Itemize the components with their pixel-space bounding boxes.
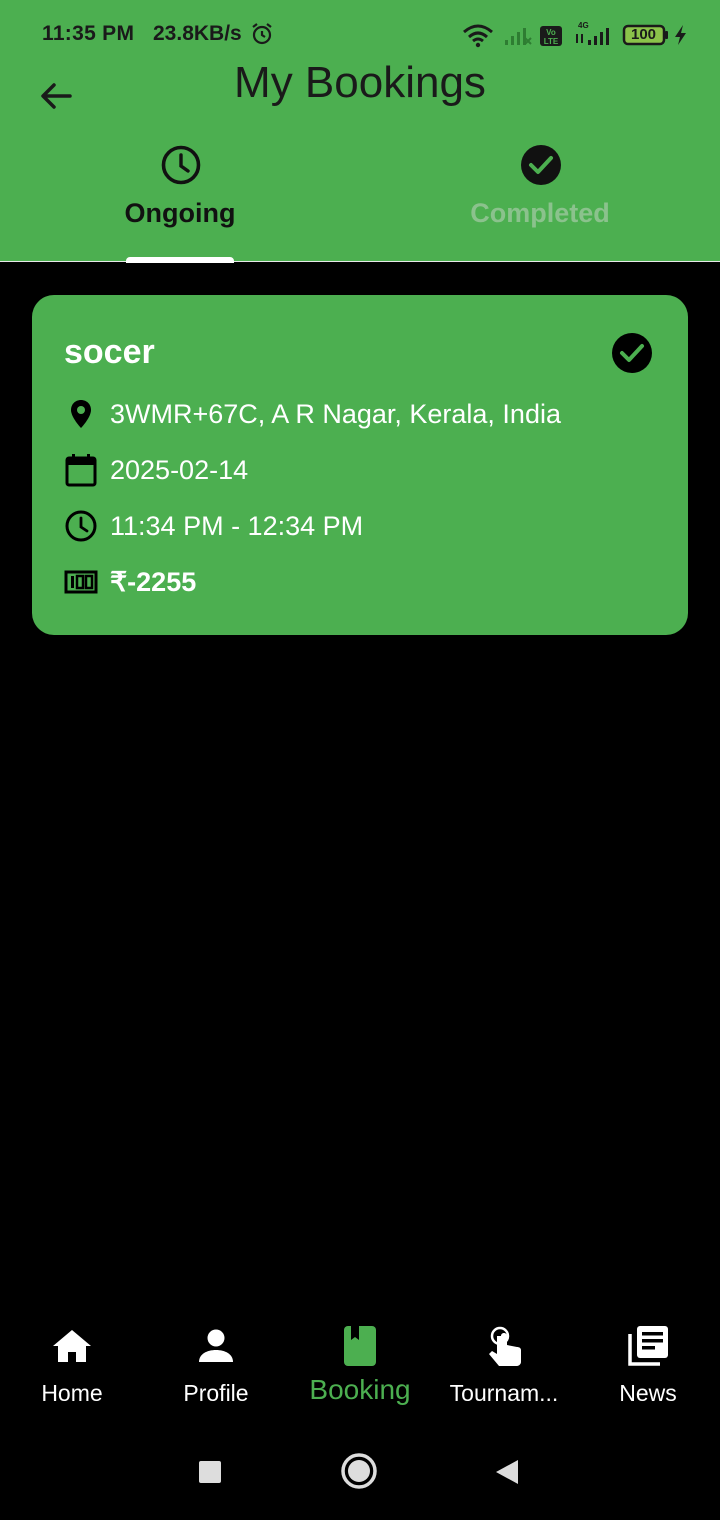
touch-icon (489, 1326, 521, 1366)
nav-home-label: Home (41, 1380, 103, 1406)
tab-ongoing-label: Ongoing (124, 198, 236, 228)
home-circle-icon[interactable] (340, 1452, 378, 1490)
nav-profile-label: Profile (183, 1380, 249, 1406)
wifi-icon (463, 24, 493, 48)
recent-apps-icon[interactable] (198, 1460, 222, 1484)
calendar-icon (65, 454, 97, 487)
svg-text:LTE: LTE (544, 37, 559, 46)
back-triangle-icon[interactable] (494, 1458, 520, 1486)
bottom-navigation: Home Profile Booking Tournam... News (0, 1310, 720, 1430)
location-pin-icon (71, 400, 91, 428)
alarm-icon (252, 23, 272, 45)
check-circle-icon (612, 333, 652, 373)
nav-tournament[interactable]: Tournam... (432, 1310, 576, 1420)
clock-icon (161, 145, 201, 185)
news-icon (628, 1326, 668, 1366)
signal-weak-icon (505, 28, 532, 45)
person-icon (199, 1329, 233, 1362)
check-circle-icon (521, 145, 561, 185)
nav-news-label: News (619, 1380, 677, 1406)
signal-4g-icon: 4G (576, 21, 609, 45)
booking-time: 11:34 PM - 12:34 PM (110, 511, 364, 541)
nav-news[interactable]: News (576, 1310, 720, 1420)
nav-home[interactable]: Home (0, 1310, 144, 1420)
tab-indicator (126, 257, 234, 263)
nav-booking[interactable]: Booking (288, 1310, 432, 1420)
volte-icon: Vo LTE (540, 26, 562, 46)
home-icon (53, 1330, 91, 1362)
booking-location: 3WMR+67C, A R Nagar, Kerala, India (110, 399, 561, 429)
nav-booking-label: Booking (309, 1374, 411, 1405)
clock-icon (65, 510, 97, 542)
tab-completed-label: Completed (470, 198, 610, 228)
booking-card[interactable]: socer 3WMR+67C, A R Nagar, Kerala, India… (32, 295, 688, 635)
nav-profile[interactable]: Profile (144, 1310, 288, 1420)
battery-level: 100 (631, 26, 657, 43)
page-title: My Bookings (234, 58, 486, 107)
booking-price: ₹-2255 (110, 567, 197, 597)
money-icon (64, 570, 98, 594)
status-time: 11:35 PM (42, 22, 135, 45)
booking-title: socer (64, 333, 155, 371)
status-net-speed: 23.8KB/s (153, 22, 242, 45)
app-header: 11:35 PM 23.8KB/s Vo LTE 4G 100 My Booki… (0, 0, 720, 263)
tab-ongoing[interactable]: Ongoing (0, 140, 360, 262)
booking-date: 2025-02-14 (110, 455, 249, 485)
tab-completed[interactable]: Completed (360, 140, 720, 262)
svg-text:Vo: Vo (546, 28, 556, 37)
system-navigation-bar (0, 1440, 720, 1510)
svg-text:4G: 4G (578, 21, 589, 30)
book-icon (344, 1326, 376, 1366)
nav-tournament-label: Tournam... (449, 1380, 559, 1406)
charging-icon (675, 25, 686, 45)
